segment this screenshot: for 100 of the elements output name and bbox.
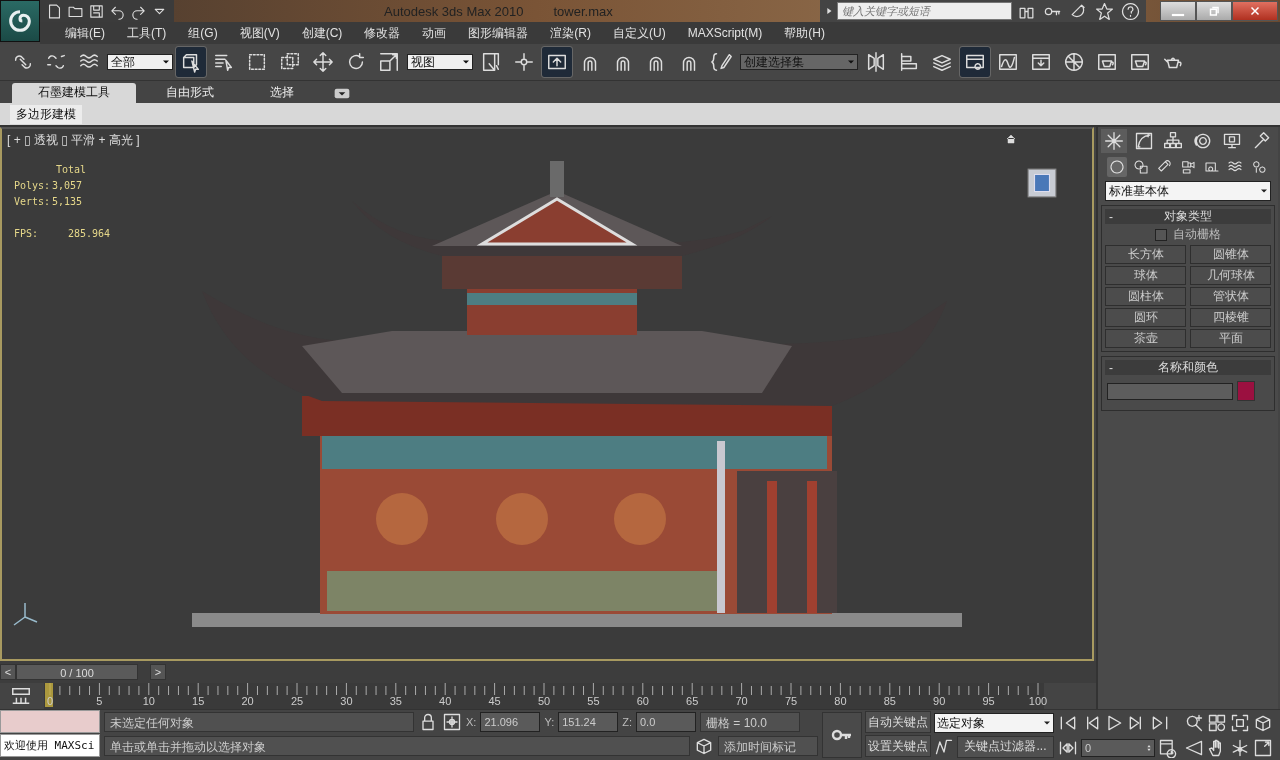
object-type-button[interactable]: 四棱锥 — [1190, 308, 1271, 327]
name-field[interactable] — [1107, 382, 1233, 400]
zoom-extents-icon[interactable] — [1230, 712, 1250, 733]
home-icon[interactable] — [1005, 133, 1017, 145]
maximize-icon[interactable] — [1253, 737, 1273, 758]
object-type-button[interactable]: 圆环 — [1105, 308, 1186, 327]
auto-key-button[interactable]: 自动关键点 — [865, 711, 931, 733]
upload-box-icon[interactable] — [542, 47, 572, 77]
save-icon[interactable] — [88, 2, 105, 20]
cube-cursor-icon[interactable] — [176, 47, 206, 77]
curve-editor-toggle-icon[interactable] — [10, 685, 32, 707]
perspective-viewport[interactable]: [ + ▯ 透视 ▯ 平滑 + 高光 ] Total Polys: 3,057 Verts: 5,135 FPS: 285.964 — [0, 127, 1094, 661]
window-title: Autodesk 3ds Max 2010 — [384, 3, 524, 19]
search-field[interactable]: 键入关键字或短语 — [837, 2, 1012, 20]
close-button[interactable] — [1232, 1, 1278, 21]
menu-item[interactable]: 修改器 — [353, 24, 412, 42]
menu-item[interactable]: 视图(V) — [228, 24, 291, 42]
menu-item[interactable]: 图形编辑器 — [457, 24, 540, 42]
collapse-sign[interactable]: - — [1109, 360, 1123, 375]
x-coordinate-field[interactable]: 21.096 — [480, 712, 541, 732]
object-type-button[interactable]: 平面 — [1190, 329, 1271, 348]
menu-item[interactable]: 工具(T) — [116, 24, 178, 42]
view-cube-icon[interactable] — [1026, 167, 1058, 199]
object-type-button[interactable]: 茶壶 — [1105, 329, 1186, 348]
object-type-button[interactable]: 圆锥体 — [1190, 245, 1271, 264]
frame-number: 30 — [340, 695, 353, 707]
menu-item[interactable]: 组(G) — [177, 24, 229, 42]
object-type-button[interactable]: 球体 — [1105, 266, 1186, 285]
object-type-button[interactable]: 管状体 — [1190, 287, 1271, 306]
orbit-icon[interactable] — [1230, 737, 1250, 758]
frame-number: 100 — [1028, 695, 1048, 707]
key-filters-button[interactable]: 关键点过滤器... — [957, 735, 1054, 758]
x-label: X: — [466, 716, 477, 728]
new-file-icon[interactable] — [46, 2, 63, 20]
spiral-logo-icon — [6, 7, 34, 35]
viewport-label[interactable]: [ + ▯ 透视 ▯ 平滑 + 高光 ] — [7, 132, 140, 149]
zoom-all-icon[interactable] — [1207, 712, 1227, 733]
stats-label: Verts: — [14, 195, 50, 209]
set-key-button[interactable] — [822, 712, 862, 758]
checkbox-label[interactable]: 自动栅格 — [1173, 226, 1221, 243]
ribbon-menu-icon[interactable] — [334, 88, 350, 99]
maxscript-output-field[interactable]: 欢迎使用 MAXSci — [0, 734, 100, 757]
stats-value: 5,135 — [52, 195, 83, 209]
rollout-header[interactable]: - 对象类型 — [1105, 209, 1271, 224]
time-configuration-icon[interactable] — [1158, 737, 1178, 758]
minimize-button[interactable] — [1160, 1, 1196, 21]
current-frame-field[interactable]: 0 — [1081, 738, 1155, 757]
object-type-button[interactable]: 几何球体 — [1190, 266, 1271, 285]
maxscript-input-field[interactable] — [0, 710, 100, 733]
ribbon-tab[interactable]: 自由形式 — [140, 83, 240, 103]
set-key-mode-button[interactable]: 设置关键点 — [865, 735, 931, 757]
menu-item[interactable]: 自定义(U) — [602, 24, 677, 42]
frame-number: 95 — [982, 695, 995, 707]
category-dropdown[interactable]: 标准基本体 — [1105, 181, 1271, 201]
menu-item[interactable]: 编辑(E) — [54, 24, 116, 42]
add-time-tag-field[interactable]: 添加时间标记 — [718, 736, 818, 756]
cube-icon[interactable] — [694, 736, 714, 756]
menu-item[interactable]: 渲染(R) — [539, 24, 602, 42]
restore-button[interactable] — [1196, 1, 1232, 21]
object-type-button[interactable]: 长方体 — [1105, 245, 1186, 264]
app-logo-button[interactable] — [0, 0, 40, 42]
menu-item[interactable]: MAXScript(M) — [676, 26, 774, 40]
dropdown[interactable]: 视图 — [407, 54, 473, 70]
file-name: tower.max — [553, 3, 613, 19]
frame-number: 85 — [883, 695, 896, 707]
z-coordinate-field[interactable]: 0.0 — [636, 712, 696, 732]
panel-icon[interactable] — [960, 47, 990, 77]
previous-frame-button[interactable]: < — [0, 664, 16, 680]
time-slider-thumb[interactable]: 0 / 100 — [16, 664, 138, 680]
menu-item[interactable]: 帮助(H) — [773, 24, 836, 42]
help-icon[interactable] — [1121, 1, 1140, 21]
y-label: Y: — [544, 716, 555, 728]
dropdown[interactable]: 全部 — [107, 54, 173, 70]
rollout-header[interactable]: - 名称和颜色 — [1105, 360, 1271, 375]
key-set-dropdown[interactable]: 选定对象 — [934, 713, 1054, 733]
frame-number: 10 — [142, 695, 155, 707]
selection-status: 未选定任何对象 — [104, 712, 414, 732]
star-icon[interactable] — [1095, 1, 1114, 21]
stats-value: 3,057 — [52, 179, 83, 193]
next-frame-button[interactable]: > — [150, 664, 166, 680]
frame-number: 70 — [735, 695, 748, 707]
ribbon-tab[interactable]: 石墨建模工具 — [12, 83, 136, 103]
y-coordinate-field[interactable]: 151.24 — [558, 712, 619, 732]
frame-number: 55 — [587, 695, 600, 707]
menu-item[interactable]: 创建(C) — [290, 24, 354, 42]
object-type-button[interactable]: 圆柱体 — [1105, 287, 1186, 306]
absolute-mode-icon[interactable] — [442, 712, 462, 732]
ribbon-panel-label[interactable]: 多边形建模 — [10, 104, 82, 124]
menu-item[interactable]: 动画 — [411, 24, 458, 42]
ribbon-tab[interactable]: 选择 — [244, 83, 320, 103]
color-swatch[interactable] — [1237, 381, 1255, 401]
fps-value: 285.964 — [68, 227, 111, 241]
checkbox[interactable] — [1155, 228, 1167, 241]
frame-number: 45 — [488, 695, 501, 707]
zoom-icon[interactable] — [1184, 712, 1204, 733]
frame-number: 75 — [784, 695, 798, 707]
grid-size-status: 栅格 = 10.0 — [700, 712, 800, 732]
current-frame-marker[interactable] — [45, 683, 53, 707]
sphere-icon[interactable] — [1107, 157, 1127, 177]
collapse-sign[interactable]: - — [1109, 209, 1123, 224]
